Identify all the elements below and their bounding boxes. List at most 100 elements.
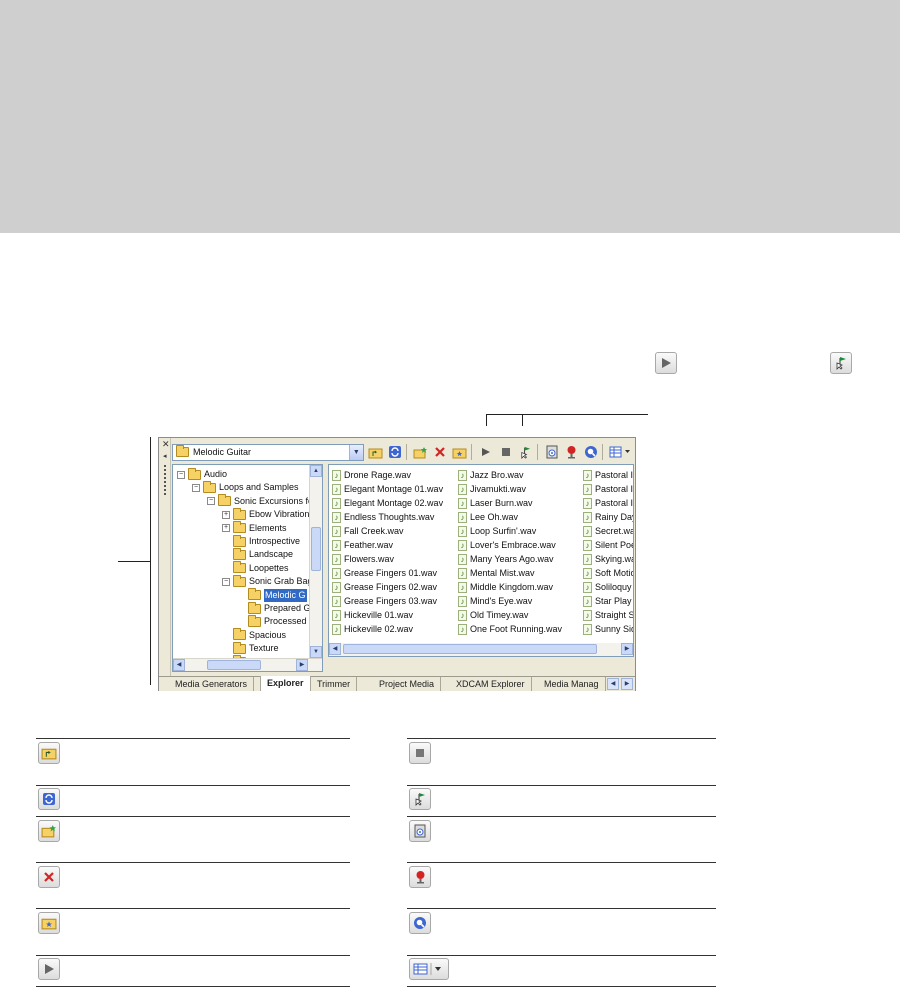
up-one-level-button[interactable] xyxy=(367,444,383,461)
file-item-label: Pastoral I xyxy=(595,484,634,494)
file-item[interactable]: ♪ Pastoral I xyxy=(583,468,633,482)
new-folder-button[interactable] xyxy=(413,444,429,461)
play-button[interactable] xyxy=(478,444,494,461)
tab-xdcam-explorer[interactable]: XDCAM Explorer xyxy=(450,677,532,691)
file-item[interactable]: ♪ Lee Oh.wav xyxy=(458,510,518,524)
close-icon[interactable]: ✕ xyxy=(162,440,170,449)
file-item[interactable]: ♪ Secret.wa xyxy=(583,524,633,538)
delete-button[interactable] xyxy=(432,444,448,461)
file-item[interactable]: ♪ Grease Fingers 02.wav xyxy=(332,580,437,594)
tree-item[interactable]: + Elements xyxy=(222,521,287,535)
file-item[interactable]: ♪ Loop Surfin'.wav xyxy=(458,524,536,538)
search-button[interactable] xyxy=(582,444,598,461)
file-item[interactable]: ♪ Grease Fingers 01.wav xyxy=(332,566,437,580)
tree-item[interactable]: Prepared G xyxy=(237,601,311,615)
file-item[interactable]: ♪ Middle Kingdom.wav xyxy=(458,580,553,594)
file-item[interactable]: ♪ Grease Fingers 03.wav xyxy=(332,594,437,608)
file-item[interactable]: ♪ Fall Creek.wav xyxy=(332,524,404,538)
tree-vertical-scrollbar[interactable]: ▲ ▼ xyxy=(309,465,322,658)
file-item[interactable]: ♪ Mental Mist.wav xyxy=(458,566,535,580)
tab-media-manag[interactable]: Media Manag xyxy=(538,677,606,691)
file-item[interactable]: ♪ Pastoral I xyxy=(583,496,633,510)
tree-item[interactable]: Loopettes xyxy=(222,561,289,575)
tree-item[interactable]: Melodic G xyxy=(237,588,307,602)
file-item[interactable]: ♪ Old Timey.wav xyxy=(458,608,528,622)
tab-media-generators[interactable]: Media Generators xyxy=(169,677,255,691)
file-item[interactable]: ♪ Lover's Embrace.wav xyxy=(458,538,556,552)
collapse-icon[interactable]: − xyxy=(222,577,230,586)
scroll-left-icon[interactable]: ◀ xyxy=(329,643,341,655)
scroll-down-icon[interactable]: ▼ xyxy=(310,646,322,658)
expand-icon[interactable]: + xyxy=(222,524,230,533)
window-docking-grip[interactable]: ✕ ◂ xyxy=(159,438,171,676)
tree-item[interactable]: Introspective xyxy=(222,534,300,548)
file-item[interactable]: ♪ Mind's Eye.wav xyxy=(458,594,532,608)
file-item[interactable]: ♪ Rainy Day xyxy=(583,510,633,524)
audio-file-icon: ♪ xyxy=(458,581,467,593)
file-item[interactable]: ♪ Soliloquy xyxy=(583,580,632,594)
file-item[interactable]: ♪ Skying.wa xyxy=(583,552,633,566)
tab-scroll-right-icon[interactable]: ▶ xyxy=(621,678,633,690)
refresh-button[interactable] xyxy=(386,444,402,461)
file-item[interactable]: ♪ Jazz Bro.wav xyxy=(458,468,524,482)
file-item[interactable]: ♪ Straight S xyxy=(583,608,633,622)
file-list[interactable]: ♪ Sunny Sid ♪ Straight S ♪ Star Play ♪ Soliloqu… xyxy=(328,464,634,657)
file-item[interactable]: ♪ Hickeville 01.wav xyxy=(332,608,413,622)
file-list-horizontal-scrollbar[interactable]: ◀ ▶ xyxy=(329,643,633,656)
file-item[interactable]: ♪ Star Play xyxy=(583,594,632,608)
audio-file-icon: ♪ xyxy=(458,469,467,481)
scroll-thumb[interactable] xyxy=(311,527,321,571)
tab-trimmer[interactable]: Trimmer xyxy=(311,677,358,691)
path-dropdown[interactable]: Melodic Guitar ▼ xyxy=(172,443,364,461)
file-item[interactable]: ♪ One Foot Running.wav xyxy=(458,622,562,636)
grip-dots-icon[interactable] xyxy=(164,465,166,495)
stop-button[interactable] xyxy=(498,444,514,461)
auto-preview-button[interactable] xyxy=(517,444,533,461)
tree-item[interactable]: Texture xyxy=(222,641,279,655)
get-media-button[interactable] xyxy=(543,444,559,461)
pin-icon[interactable]: ◂ xyxy=(163,452,167,460)
tree-item[interactable]: − Loops and Samples xyxy=(192,480,299,494)
file-item[interactable]: ♪ Laser Burn.wav xyxy=(458,496,533,510)
file-item[interactable]: ♪ Jivamukti.wav xyxy=(458,482,526,496)
file-item[interactable]: ♪ Sunny Sid xyxy=(583,622,633,636)
tree-item[interactable]: − Audio xyxy=(177,467,227,481)
file-item[interactable]: ♪ Elegant Montage 02.wav xyxy=(332,496,443,510)
scroll-up-icon[interactable]: ▲ xyxy=(310,465,322,477)
scroll-thumb[interactable] xyxy=(343,644,597,654)
file-item[interactable]: ♪ Flowers.wav xyxy=(332,552,394,566)
file-item[interactable]: ♪ Pastoral I xyxy=(583,482,633,496)
views-button[interactable] xyxy=(609,444,634,461)
collapse-icon[interactable]: − xyxy=(207,497,215,506)
folder-icon xyxy=(233,507,246,520)
scroll-thumb[interactable] xyxy=(207,660,261,670)
file-item[interactable]: ♪ Endless Thoughts.wav xyxy=(332,510,434,524)
file-item[interactable]: ♪ Many Years Ago.wav xyxy=(458,552,554,566)
scroll-right-icon[interactable]: ▶ xyxy=(296,659,308,671)
record-button[interactable] xyxy=(563,444,579,461)
tree-item[interactable]: Processed xyxy=(237,614,307,628)
tab-explorer[interactable]: Explorer xyxy=(260,676,311,691)
tab-project-media[interactable]: Project Media xyxy=(373,677,442,691)
file-item[interactable]: ♪ Hickeville 02.wav xyxy=(332,622,413,636)
add-to-favorites-button[interactable] xyxy=(452,444,468,461)
file-item[interactable]: ♪ Elegant Montage 01.wav xyxy=(332,482,443,496)
file-item[interactable]: ♪ Drone Rage.wav xyxy=(332,468,411,482)
expand-icon[interactable]: + xyxy=(222,510,230,519)
file-item[interactable]: ♪ Feather.wav xyxy=(332,538,393,552)
tree-item[interactable]: Spacious xyxy=(222,628,286,642)
scroll-left-icon[interactable]: ◀ xyxy=(173,659,185,671)
collapse-icon[interactable]: − xyxy=(192,483,200,492)
folder-tree[interactable]: The Desert DwTextureSpaciousProcessedPre… xyxy=(172,464,323,672)
scroll-right-icon[interactable]: ▶ xyxy=(621,643,633,655)
tree-item[interactable]: − Sonic Excursions fo xyxy=(207,494,313,508)
tree-horizontal-scrollbar[interactable]: ◀ ▶ xyxy=(173,658,322,671)
file-item[interactable]: ♪ Silent Poe xyxy=(583,538,633,552)
collapse-icon[interactable]: − xyxy=(177,470,185,479)
file-item[interactable]: ♪ Soft Motic xyxy=(583,566,633,580)
chevron-down-icon[interactable]: ▼ xyxy=(348,444,363,460)
tab-scroll-left-icon[interactable]: ◀ xyxy=(607,678,619,690)
tree-item[interactable]: + Ebow Vibration xyxy=(222,507,309,521)
tree-item[interactable]: − Sonic Grab Bag xyxy=(222,574,313,588)
tree-item[interactable]: Landscape xyxy=(222,547,293,561)
